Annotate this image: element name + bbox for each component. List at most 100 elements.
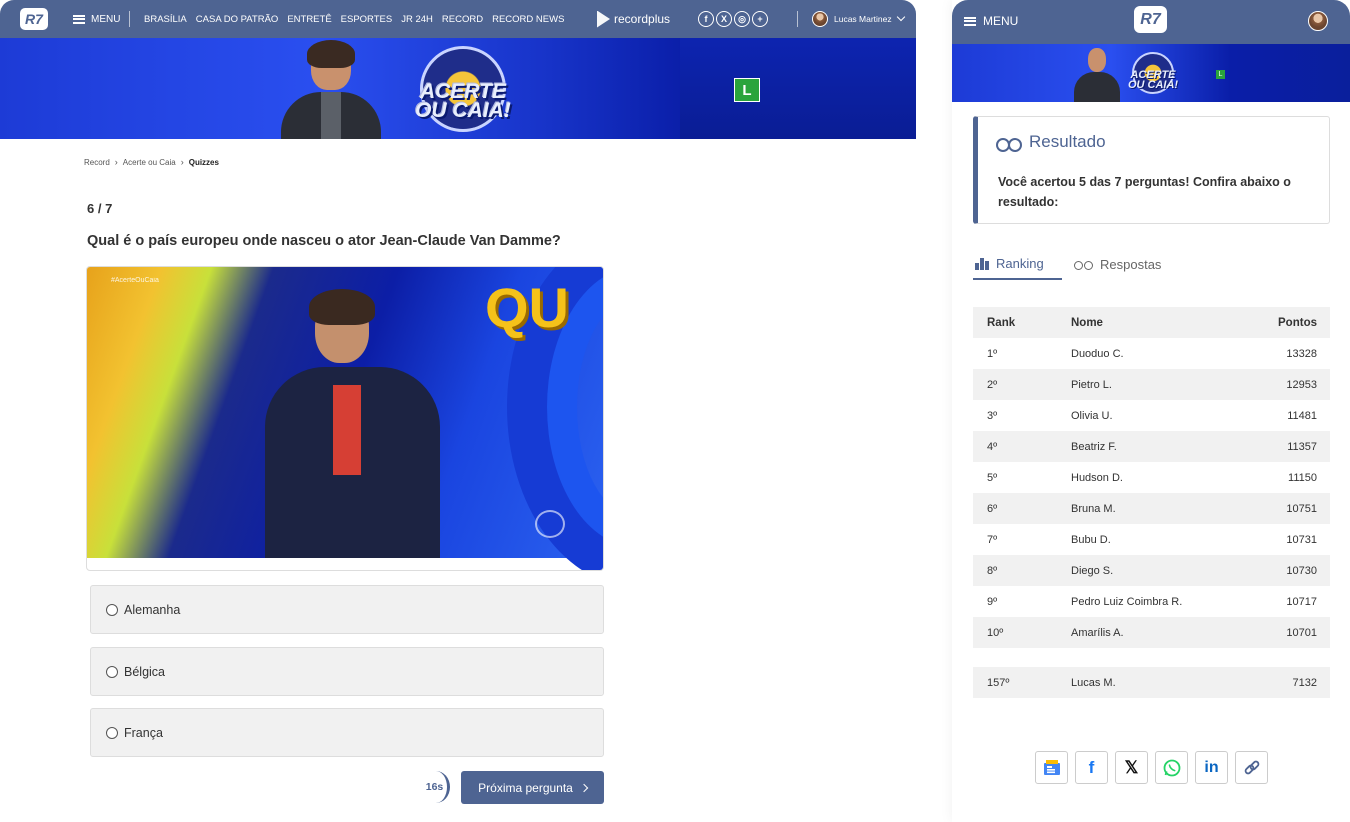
host-photo <box>1070 48 1124 102</box>
plus-icon[interactable]: + <box>752 11 768 27</box>
table-row: 8º Diego S. 10730 <box>973 555 1330 586</box>
breadcrumb-item[interactable]: Acerte ou Caia <box>123 158 176 167</box>
show-banner: ACERTE OU CAIA! L <box>952 44 1350 102</box>
table-row: 10º Amarílis A. 10701 <box>973 617 1330 648</box>
table-row: 4º Beatriz F. 11357 <box>973 431 1330 462</box>
table-row: 7º Bubu D. 10731 <box>973 524 1330 555</box>
next-question-button[interactable]: Próxima pergunta <box>461 771 604 804</box>
nav-divider <box>129 11 130 27</box>
table-row: 2º Pietro L. 12953 <box>973 369 1330 400</box>
name-cell: Hudson D. <box>1071 471 1123 484</box>
next-question-label: Próxima pergunta <box>478 780 573 795</box>
tab-label: Respostas <box>1100 256 1162 272</box>
points-cell: 11150 <box>1288 471 1317 484</box>
rank-cell: 2º <box>987 378 998 391</box>
menu-button[interactable]: MENU <box>73 0 120 38</box>
points-cell: 10751 <box>1286 502 1317 515</box>
countdown-timer: 16s <box>422 771 450 803</box>
show-title-line2: OU CAIA! <box>415 99 511 122</box>
rank-cell: 8º <box>987 564 998 577</box>
breadcrumb-item[interactable]: Record <box>84 158 110 167</box>
instagram-icon[interactable]: ◎ <box>734 11 750 27</box>
whatsapp-icon[interactable] <box>1155 751 1188 784</box>
answer-option[interactable]: Bélgica <box>90 647 604 696</box>
menu-label: MENU <box>91 13 121 25</box>
question-text: Qual é o país europeu onde nasceu o ator… <box>87 233 561 249</box>
table-row: 6º Bruna M. 10751 <box>973 493 1330 524</box>
avatar[interactable] <box>1308 11 1328 31</box>
tab-label: Ranking <box>996 255 1044 271</box>
name-cell: Duoduo C. <box>1071 347 1124 360</box>
menu-button[interactable]: MENU <box>964 0 1018 42</box>
points-cell: 10701 <box>1286 626 1317 639</box>
watermark-icon <box>535 510 565 538</box>
tab-respostas[interactable]: Respostas <box>1074 248 1161 280</box>
answer-option[interactable]: França <box>90 708 604 757</box>
question-counter: 6 / 7 <box>87 201 113 216</box>
nav-link-record[interactable]: RECORD <box>442 14 483 25</box>
linkedin-icon[interactable]: in <box>1195 751 1228 784</box>
nav-link-brasilia[interactable]: BRASÍLIA <box>144 14 187 25</box>
x-icon[interactable]: 𝕏 <box>1115 751 1148 784</box>
avatar <box>812 11 828 27</box>
glasses-icon <box>1074 258 1093 270</box>
nav-link-entrete[interactable]: ENTRETÊ <box>287 14 331 25</box>
google-news-icon[interactable] <box>1035 751 1068 784</box>
recordplus-link[interactable]: recordplus <box>597 0 670 38</box>
answer-option[interactable]: Alemanha <box>90 585 604 634</box>
show-logo: ACERTE OU CAIA! <box>398 46 528 132</box>
r7-logo[interactable]: R7 <box>20 8 48 30</box>
hamburger-icon <box>73 14 85 24</box>
mobile-navbar: MENU R7 <box>952 0 1350 44</box>
points-cell: 7132 <box>1292 676 1317 689</box>
result-tabs: Ranking Respostas <box>973 248 1330 282</box>
x-icon[interactable]: X <box>716 11 732 27</box>
user-menu[interactable]: Lucas Martinez <box>812 0 905 38</box>
nav-link-record-news[interactable]: RECORD NEWS <box>492 14 564 25</box>
radio-button[interactable] <box>106 665 118 678</box>
radio-button[interactable] <box>106 603 118 616</box>
points-cell: 10730 <box>1286 564 1317 577</box>
points-cell: 10717 <box>1286 595 1317 608</box>
radio-button[interactable] <box>106 726 118 739</box>
result-message: Você acertou 5 das 7 perguntas! Confira … <box>998 175 1291 209</box>
facebook-icon[interactable]: f <box>1075 751 1108 784</box>
name-cell: Pedro Luiz Coimbra R. <box>1071 595 1183 608</box>
rank-cell: 6º <box>987 502 998 515</box>
host-photo <box>275 40 387 139</box>
link-icon[interactable] <box>1235 751 1268 784</box>
user-name: Lucas Martinez <box>834 14 892 24</box>
show-title-line2: OU CAIA! <box>1127 79 1179 91</box>
name-cell: Olivia U. <box>1071 409 1113 422</box>
table-row: 1º Duoduo C. 13328 <box>973 338 1330 369</box>
nav-link-casa-do-patrao[interactable]: CASA DO PATRÃO <box>196 14 279 25</box>
name-cell: Beatriz F. <box>1071 440 1117 453</box>
rank-cell: 1º <box>987 347 998 360</box>
tab-ranking[interactable]: Ranking <box>973 248 1062 280</box>
nav-link-esportes[interactable]: ESPORTES <box>341 14 393 25</box>
r7-logo[interactable]: R7 <box>1134 6 1167 33</box>
name-cell: Bruna M. <box>1071 502 1116 515</box>
name-cell: Diego S. <box>1071 564 1114 577</box>
rank-cell: 3º <box>987 409 998 422</box>
breadcrumb: Record › Acerte ou Caia › Quizzes <box>84 157 219 167</box>
rank-cell: 157º <box>987 676 1010 689</box>
header-points: Pontos <box>1278 316 1317 329</box>
image-hashtag: #AcerteOuCaia <box>111 277 159 284</box>
top-navbar: R7 MENU BRASÍLIA CASA DO PATRÃO ENTRETÊ … <box>0 0 916 38</box>
answer-label: França <box>124 725 163 740</box>
result-card: Resultado Você acertou 5 das 7 perguntas… <box>973 116 1330 224</box>
facebook-icon[interactable]: f <box>698 11 714 27</box>
podium-icon <box>975 256 989 270</box>
chevron-right-icon: › <box>114 157 118 167</box>
points-cell: 10731 <box>1286 533 1317 546</box>
table-row: 5º Hudson D. 11150 <box>973 462 1330 493</box>
header-rank: Rank <box>987 316 1016 329</box>
my-rank-row: 157º Lucas M. 7132 <box>973 667 1330 698</box>
chevron-down-icon <box>896 12 905 22</box>
nav-link-jr24h[interactable]: JR 24H <box>401 14 433 25</box>
menu-label: MENU <box>983 14 1019 28</box>
age-rating-badge: L <box>1216 70 1225 79</box>
recordplus-label: recordplus <box>614 12 671 26</box>
name-cell: Lucas M. <box>1071 676 1116 689</box>
